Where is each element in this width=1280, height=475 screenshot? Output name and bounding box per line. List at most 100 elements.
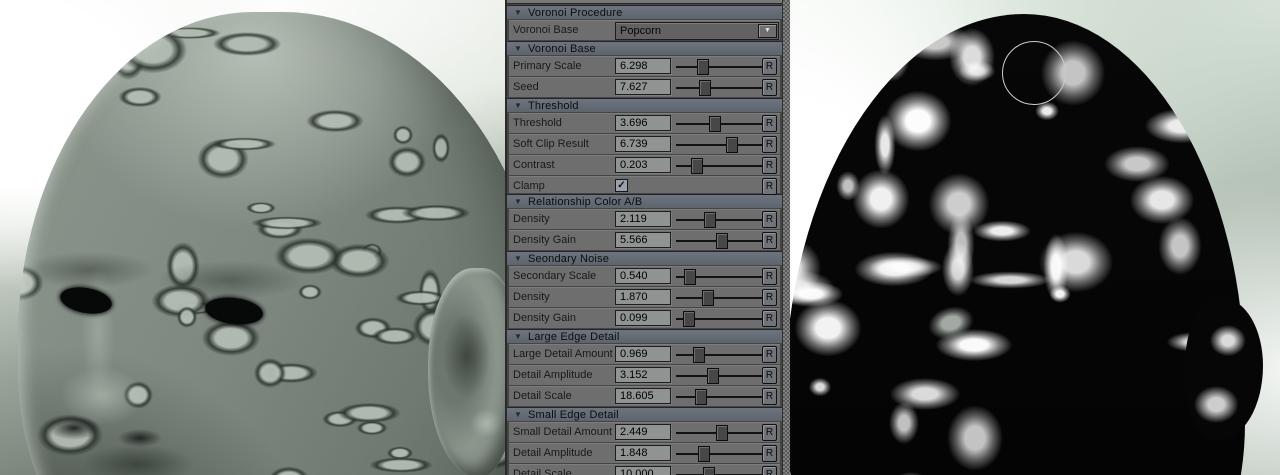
value-field[interactable]: 0.969 bbox=[615, 346, 671, 362]
slider-track[interactable] bbox=[676, 297, 764, 299]
slider-track[interactable] bbox=[676, 87, 764, 89]
section-header-large-edge-detail[interactable]: ▼Large Edge Detail bbox=[507, 329, 782, 343]
value-field[interactable]: 3.152 bbox=[615, 367, 671, 383]
slider-track[interactable] bbox=[676, 432, 764, 434]
value-field[interactable]: 1.870 bbox=[615, 289, 671, 305]
slider-track[interactable] bbox=[676, 375, 764, 377]
value-field[interactable]: 0.203 bbox=[615, 157, 671, 173]
dropdown[interactable]: Popcorn▼ bbox=[615, 22, 779, 40]
value-field[interactable]: 1.848 bbox=[615, 445, 671, 461]
collapse-arrow-icon[interactable]: ▼ bbox=[514, 6, 528, 19]
checkbox[interactable]: ✓ bbox=[615, 179, 628, 192]
slider-handle[interactable] bbox=[702, 290, 714, 306]
slider-track[interactable] bbox=[676, 354, 764, 356]
slider-handle[interactable] bbox=[709, 116, 721, 132]
section-title: Seondary Noise bbox=[528, 253, 609, 265]
reset-button[interactable]: R bbox=[762, 58, 777, 75]
section-rows: Threshold3.696RSoft Clip Result6.739RCon… bbox=[507, 113, 782, 193]
section-header-voronoi-procedure[interactable]: ▼Voronoi Procedure bbox=[507, 5, 782, 19]
reset-button[interactable]: R bbox=[762, 424, 777, 441]
param-label: Density bbox=[513, 291, 550, 303]
slider-handle[interactable] bbox=[697, 59, 709, 75]
value-field[interactable]: 0.540 bbox=[615, 268, 671, 284]
slider-handle[interactable] bbox=[695, 389, 707, 405]
section-rows: Voronoi BasePopcorn▼ bbox=[507, 20, 782, 40]
reset-button[interactable]: R bbox=[762, 346, 777, 363]
value-field[interactable]: 7.627 bbox=[615, 79, 671, 95]
slider-track[interactable] bbox=[676, 318, 764, 320]
slider-handle[interactable] bbox=[683, 311, 695, 327]
value-field[interactable]: 10.000 bbox=[615, 466, 671, 475]
param-label: Seed bbox=[513, 81, 539, 93]
reset-button[interactable]: R bbox=[762, 178, 777, 195]
collapse-arrow-icon[interactable]: ▼ bbox=[514, 195, 528, 208]
slider-handle[interactable] bbox=[716, 425, 728, 441]
section-header-threshold[interactable]: ▼Threshold bbox=[507, 98, 782, 112]
section-header-voronoi-base[interactable]: ▼Voronoi Base bbox=[507, 41, 782, 55]
section-header-small-edge-detail[interactable]: ▼Small Edge Detail bbox=[507, 407, 782, 421]
slider-track[interactable] bbox=[676, 144, 764, 146]
dropdown-arrow-icon[interactable]: ▼ bbox=[758, 24, 777, 38]
slider-track[interactable] bbox=[676, 66, 764, 68]
slider-handle[interactable] bbox=[726, 137, 738, 153]
value-field[interactable]: 2.119 bbox=[615, 211, 671, 227]
reset-button[interactable]: R bbox=[762, 232, 777, 249]
slider-track[interactable] bbox=[676, 276, 764, 278]
reset-button[interactable]: R bbox=[762, 289, 777, 306]
slider-track[interactable] bbox=[676, 240, 764, 242]
viewport-texture-preview[interactable] bbox=[790, 0, 1280, 475]
slider-handle[interactable] bbox=[693, 347, 705, 363]
value-field[interactable]: 0.099 bbox=[615, 310, 671, 326]
reset-button[interactable]: R bbox=[762, 310, 777, 327]
slider-handle[interactable] bbox=[707, 368, 719, 384]
slider-handle[interactable] bbox=[703, 467, 715, 475]
slider-handle[interactable] bbox=[704, 212, 716, 228]
param-label: Contrast bbox=[513, 159, 555, 171]
collapse-arrow-icon[interactable]: ▼ bbox=[514, 252, 528, 265]
param-row-large-detail-amount: Large Detail Amount0.969R bbox=[509, 344, 780, 364]
param-label: Small Detail Amount bbox=[513, 426, 612, 438]
slider-track[interactable] bbox=[676, 123, 764, 125]
value-field[interactable]: 18.605 bbox=[615, 388, 671, 404]
slider-handle[interactable] bbox=[684, 269, 696, 285]
param-label: Soft Clip Result bbox=[513, 138, 589, 150]
section-rows: Small Detail Amount2.449RDetail Amplitud… bbox=[507, 422, 782, 475]
reset-button[interactable]: R bbox=[762, 367, 777, 384]
collapse-arrow-icon[interactable]: ▼ bbox=[514, 408, 528, 421]
collapse-arrow-icon[interactable]: ▼ bbox=[514, 330, 528, 343]
reset-button[interactable]: R bbox=[762, 115, 777, 132]
slider-handle[interactable] bbox=[716, 233, 728, 249]
reset-button[interactable]: R bbox=[762, 445, 777, 462]
section-header-relationship-color-a-b[interactable]: ▼Relationship Color A/B bbox=[507, 194, 782, 208]
nose-silhouette-gap bbox=[925, 302, 978, 345]
slider-handle[interactable] bbox=[699, 80, 711, 96]
slider-track[interactable] bbox=[676, 165, 764, 167]
reset-button[interactable]: R bbox=[762, 157, 777, 174]
slider-handle[interactable] bbox=[691, 158, 703, 174]
param-row-density: Density 1.870 R bbox=[509, 287, 780, 307]
slider-track[interactable] bbox=[676, 453, 764, 455]
param-row-density-gain: Density Gain0.099R bbox=[509, 308, 780, 328]
value-field[interactable]: 3.696 bbox=[615, 115, 671, 131]
slider-track[interactable] bbox=[676, 219, 764, 221]
panel-scrollbar[interactable] bbox=[782, 0, 790, 475]
value-field[interactable]: 5.566 bbox=[615, 232, 671, 248]
viewport-3d-shaded[interactable] bbox=[0, 0, 505, 475]
reset-button[interactable]: R bbox=[762, 388, 777, 405]
reset-button[interactable]: R bbox=[762, 136, 777, 153]
value-field[interactable]: 6.298 bbox=[615, 58, 671, 74]
section-rows: Density2.119RDensity Gain5.566R bbox=[507, 209, 782, 250]
collapse-arrow-icon[interactable]: ▼ bbox=[514, 42, 528, 55]
reset-button[interactable]: R bbox=[762, 268, 777, 285]
panel-content: ▼Voronoi ProcedureVoronoi BasePopcorn▼▼V… bbox=[507, 0, 782, 475]
param-row-detail-scale: Detail Scale10.000R bbox=[509, 464, 780, 475]
collapse-arrow-icon[interactable]: ▼ bbox=[514, 99, 528, 112]
value-field[interactable]: 2.449 bbox=[615, 424, 671, 440]
reset-button[interactable]: R bbox=[762, 211, 777, 228]
reset-button[interactable]: R bbox=[762, 79, 777, 96]
reset-button[interactable]: R bbox=[762, 466, 777, 475]
value-field[interactable]: 6.739 bbox=[615, 136, 671, 152]
slider-handle[interactable] bbox=[698, 446, 710, 462]
section-header-seondary-noise[interactable]: ▼Seondary Noise bbox=[507, 251, 782, 265]
slider-track[interactable] bbox=[676, 396, 764, 398]
